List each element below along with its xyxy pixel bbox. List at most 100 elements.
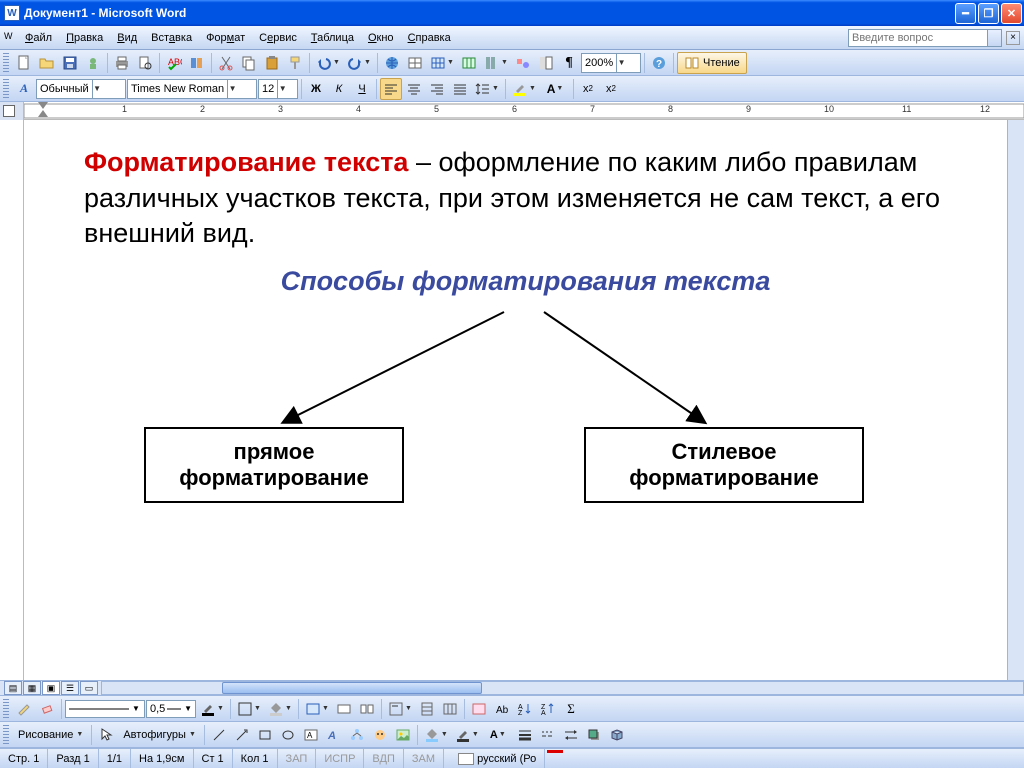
minimize-button[interactable]: ━ xyxy=(955,3,976,24)
autoformat-button[interactable] xyxy=(468,698,490,720)
line-color-button[interactable]: ▼ xyxy=(452,724,482,746)
status-ovr[interactable]: ЗАМ xyxy=(404,749,444,768)
line-weight-select[interactable]: 0,5▼ xyxy=(146,700,196,718)
undo-button[interactable]: ▼ xyxy=(313,52,343,74)
borders-button[interactable]: ▼ xyxy=(234,698,264,720)
status-lang[interactable]: русский (Ро xyxy=(444,749,545,768)
underline-button[interactable]: Ч xyxy=(351,78,373,100)
subscript-button[interactable]: x2 xyxy=(600,78,622,100)
cell-align-button[interactable]: ▼ xyxy=(385,698,415,720)
help-button[interactable]: ? xyxy=(648,52,670,74)
bold-button[interactable]: Ж xyxy=(305,78,327,100)
align-right-button[interactable] xyxy=(426,78,448,100)
align-justify-button[interactable] xyxy=(449,78,471,100)
columns-button[interactable]: ▼ xyxy=(481,52,511,74)
menu-view[interactable]: Вид xyxy=(110,29,144,47)
horizontal-scrollbar[interactable] xyxy=(101,681,1024,695)
arrow-tool-button[interactable] xyxy=(231,724,253,746)
insert-excel-button[interactable] xyxy=(458,52,480,74)
show-marks-button[interactable]: ¶ xyxy=(558,52,580,74)
rectangle-tool-button[interactable] xyxy=(254,724,276,746)
arrow-style-button[interactable] xyxy=(560,724,582,746)
status-trk[interactable]: ИСПР xyxy=(316,749,364,768)
maximize-button[interactable]: ❐ xyxy=(978,3,999,24)
print-button[interactable] xyxy=(111,52,133,74)
view-reading-button[interactable]: ▭ xyxy=(80,681,98,695)
view-web-button[interactable]: ▦ xyxy=(23,681,41,695)
style-select[interactable]: Обычный▼ xyxy=(36,79,126,99)
view-print-button[interactable]: ▣ xyxy=(42,681,60,695)
copy-button[interactable] xyxy=(238,52,260,74)
sort-desc-button[interactable]: ZA xyxy=(537,698,559,720)
highlight-button[interactable]: ▼ xyxy=(509,78,539,100)
font-select[interactable]: Times New Roman▼ xyxy=(127,79,257,99)
toolbar-grip[interactable] xyxy=(3,699,9,719)
superscript-button[interactable]: x2 xyxy=(577,78,599,100)
toolbar-grip[interactable] xyxy=(3,53,9,73)
doc-map-button[interactable] xyxy=(535,52,557,74)
distribute-rows-button[interactable] xyxy=(416,698,438,720)
cut-button[interactable] xyxy=(215,52,237,74)
autoshapes-button[interactable]: Автофигуры▼ xyxy=(118,724,201,746)
paste-button[interactable] xyxy=(261,52,283,74)
sort-asc-button[interactable]: AZ xyxy=(514,698,536,720)
split-cells-button[interactable] xyxy=(356,698,378,720)
shading-button[interactable]: ▼ xyxy=(265,698,295,720)
page[interactable]: Форматирование текста – оформление по ка… xyxy=(24,120,1007,680)
toolbar-grip[interactable] xyxy=(3,79,9,99)
menu-format[interactable]: Формат xyxy=(199,29,252,47)
styles-pane-button[interactable]: A xyxy=(13,78,35,100)
permission-button[interactable] xyxy=(82,52,104,74)
insert-picture-button[interactable] xyxy=(392,724,414,746)
horizontal-ruler[interactable]: /* ticks drawn below via JS-less static … xyxy=(24,102,1024,119)
menu-help[interactable]: Справка xyxy=(401,29,458,47)
save-button[interactable] xyxy=(59,52,81,74)
font-color-button2[interactable]: A▼ xyxy=(483,724,513,746)
select-objects-button[interactable] xyxy=(95,724,117,746)
vertical-ruler[interactable] xyxy=(0,120,24,680)
line-spacing-button[interactable]: ▼ xyxy=(472,78,502,100)
menu-table[interactable]: Таблица xyxy=(304,29,361,47)
autosum-button[interactable]: Σ xyxy=(560,698,582,720)
align-left-button[interactable] xyxy=(380,78,402,100)
drawing-menu-button[interactable]: Рисование▼ xyxy=(13,724,88,746)
line-style-select[interactable]: ▼ xyxy=(65,700,145,718)
diagram-button[interactable] xyxy=(346,724,368,746)
text-direction-button[interactable]: Ab xyxy=(491,698,513,720)
redo-button[interactable]: ▼ xyxy=(344,52,374,74)
fill-color-button[interactable]: ▼ xyxy=(421,724,451,746)
menu-edit[interactable]: Правка xyxy=(59,29,110,47)
menu-file[interactable]: Файл xyxy=(18,29,59,47)
view-outline-button[interactable]: ☰ xyxy=(61,681,79,695)
oval-tool-button[interactable] xyxy=(277,724,299,746)
drawing-toolbar-button[interactable] xyxy=(512,52,534,74)
open-button[interactable] xyxy=(36,52,58,74)
line-style-button[interactable] xyxy=(514,724,536,746)
menubar-close-icon[interactable]: × xyxy=(1006,31,1020,45)
help-ask-dropdown[interactable] xyxy=(988,29,1002,47)
distribute-cols-button[interactable] xyxy=(439,698,461,720)
font-color-button[interactable]: A▼ xyxy=(540,78,570,100)
fontsize-select[interactable]: 12▼ xyxy=(258,79,298,99)
format-painter-button[interactable] xyxy=(284,52,306,74)
menu-window[interactable]: Окно xyxy=(361,29,401,47)
new-doc-button[interactable] xyxy=(13,52,35,74)
clipart-button[interactable] xyxy=(369,724,391,746)
zoom-select[interactable]: 200%▼ xyxy=(581,53,641,73)
read-mode-button[interactable]: Чтение xyxy=(677,52,747,74)
view-normal-button[interactable]: ▤ xyxy=(4,681,22,695)
menu-service[interactable]: Сервис xyxy=(252,29,304,47)
insert-table-button2[interactable]: ▼ xyxy=(302,698,332,720)
help-ask-input[interactable] xyxy=(848,29,988,47)
toolbar-grip[interactable] xyxy=(3,725,9,745)
italic-button[interactable]: К xyxy=(328,78,350,100)
3d-button[interactable] xyxy=(606,724,628,746)
align-center-button[interactable] xyxy=(403,78,425,100)
dash-style-button[interactable] xyxy=(537,724,559,746)
print-preview-button[interactable] xyxy=(134,52,156,74)
shadow-button[interactable] xyxy=(583,724,605,746)
line-tool-button[interactable] xyxy=(208,724,230,746)
eraser-button[interactable] xyxy=(36,698,58,720)
status-ext[interactable]: ВДП xyxy=(364,749,403,768)
spellcheck-button[interactable]: ABC xyxy=(163,52,185,74)
